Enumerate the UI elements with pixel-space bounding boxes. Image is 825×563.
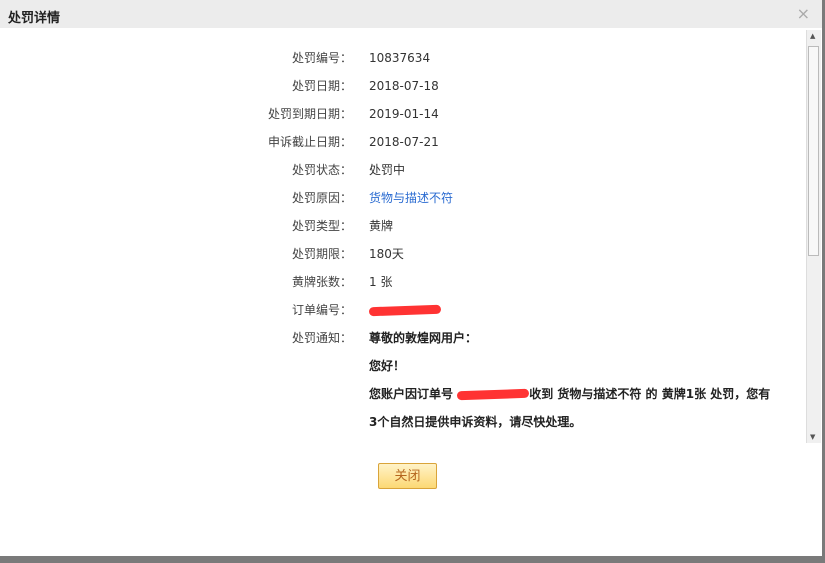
- field-row: 处罚日期： 2018-07-18: [0, 76, 800, 96]
- notice-greeting: 尊敬的敦煌网用户：: [369, 331, 478, 345]
- notice-label: 处罚通知：: [291, 331, 352, 345]
- field-value: 2019-01-14: [369, 107, 439, 121]
- field-label: 处罚到期日期：: [267, 107, 352, 121]
- notice-line1: 您账户因订单号 收到 货物与描述不符 的 黄牌1张 处罚，您有: [369, 387, 771, 401]
- notice-line2: 3个自然日提供申诉资料，请尽快处理。: [369, 415, 582, 429]
- field-label: 处罚期限：: [291, 247, 352, 261]
- field-value: 10837634: [369, 51, 431, 65]
- notice-hello: 您好！: [369, 359, 406, 373]
- notice-row: 处罚通知： 尊敬的敦煌网用户：: [0, 328, 800, 348]
- field-label: 处罚日期：: [291, 79, 352, 93]
- order-number-redacted: [368, 300, 442, 320]
- scrollbar-thumb[interactable]: [808, 46, 819, 256]
- field-value: 处罚中: [369, 163, 406, 177]
- field-row: 处罚类型： 黄牌: [0, 216, 800, 236]
- close-icon[interactable]: ×: [797, 4, 810, 23]
- field-row: 处罚期限： 180天: [0, 244, 800, 264]
- field-row: 处罚原因： 货物与描述不符: [0, 188, 800, 208]
- field-value: 2018-07-21: [369, 135, 439, 149]
- scrollbar[interactable]: ▲ ▼: [806, 30, 821, 443]
- field-value: 180天: [369, 247, 404, 261]
- dialog-title: 处罚详情: [8, 11, 61, 26]
- field-label: 处罚状态：: [291, 163, 352, 177]
- penalty-detail-dialog: 处罚详情 × 处罚编号： 10837634 处罚日期： 2018-07-18 处罚到期日…: [0, 0, 822, 556]
- field-label: 处罚类型：: [291, 219, 352, 233]
- field-label: 黄牌张数：: [291, 275, 352, 289]
- order-number-redacted: [457, 388, 530, 401]
- field-label: 处罚原因：: [291, 191, 352, 205]
- field-value: 黄牌: [369, 219, 394, 233]
- field-row: 订单编号：: [0, 300, 800, 320]
- close-button[interactable]: 关闭: [378, 463, 437, 489]
- field-row: 处罚编号： 10837634: [0, 48, 800, 68]
- field-label: 处罚编号：: [291, 51, 352, 65]
- title-bar: 处罚详情 ×: [0, 0, 822, 28]
- detail-content: 处罚编号： 10837634 处罚日期： 2018-07-18 处罚到期日期： 2019-…: [0, 28, 805, 443]
- field-label: 申诉截止日期：: [267, 135, 352, 149]
- scroll-down-icon[interactable]: ▼: [810, 433, 815, 441]
- field-value[interactable]: 货物与描述不符: [369, 188, 453, 208]
- field-row: 处罚状态： 处罚中: [0, 160, 800, 180]
- field-row: 申诉截止日期： 2018-07-21: [0, 132, 800, 152]
- field-value: 2018-07-18: [369, 79, 439, 93]
- scroll-up-icon[interactable]: ▲: [810, 32, 815, 40]
- field-label: 订单编号：: [291, 303, 352, 317]
- field-row: 处罚到期日期： 2019-01-14: [0, 104, 800, 124]
- field-value: 1 张: [369, 275, 393, 289]
- field-row: 黄牌张数： 1 张: [0, 272, 800, 292]
